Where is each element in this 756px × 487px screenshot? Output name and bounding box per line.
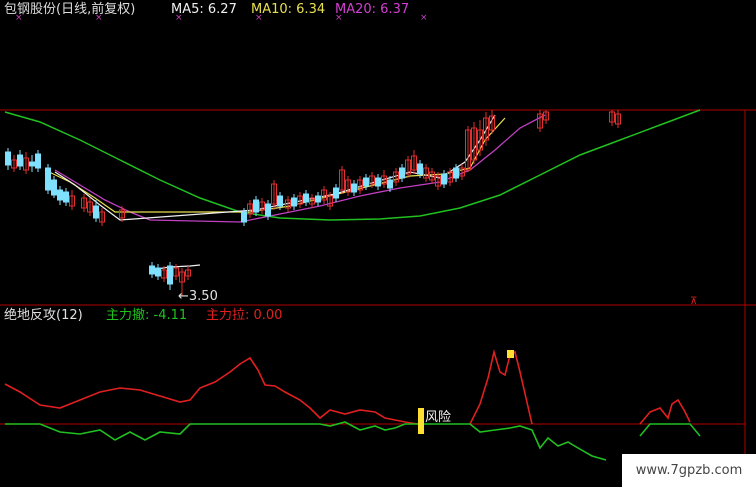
zhuli-la-line-1 xyxy=(4,356,419,425)
candle-body-25 xyxy=(253,199,259,213)
candle-body-5 xyxy=(35,153,41,169)
candle-body-31 xyxy=(291,197,297,207)
candle-body-56 xyxy=(441,173,447,185)
bottom-mark: ⊼ xyxy=(690,296,697,307)
candle-body-7 xyxy=(51,179,57,196)
candle-body-8 xyxy=(57,189,63,201)
low-price-annotation: ←3.50 xyxy=(178,289,218,304)
candle-body-4 xyxy=(29,161,35,167)
indicator-lines xyxy=(4,348,701,461)
risk-marker-bar xyxy=(418,408,424,434)
chart-frame: × × × × × × xyxy=(0,13,756,487)
candle-body-16 xyxy=(149,265,155,275)
ma10-label: MA10: 6.34 xyxy=(251,2,326,17)
candle-body-0 xyxy=(5,151,11,166)
indicator-name: 绝地反攻(12) xyxy=(4,308,83,323)
candle-body-43 xyxy=(363,177,369,187)
zhuli-che-label: 主力撤: -4.11 xyxy=(106,308,188,323)
candle-body-27 xyxy=(265,203,271,217)
candle-body-9 xyxy=(63,191,69,203)
candle-body-47 xyxy=(387,179,393,189)
zhuli-la-label: 主力拉: 0.00 xyxy=(206,308,283,323)
candle-body-45 xyxy=(375,177,381,187)
peak-marker xyxy=(507,350,514,358)
ma10-line xyxy=(44,117,506,213)
candle-body-13 xyxy=(93,205,99,219)
candle-body-33 xyxy=(303,193,309,203)
zhuli-la-line-3 xyxy=(639,398,691,425)
zhuli-che-line-1 xyxy=(5,421,607,461)
candle-body-2 xyxy=(17,154,23,167)
header-tick-5: × xyxy=(420,13,428,23)
candle-body-17 xyxy=(155,267,161,277)
ma20-label: MA20: 6.37 xyxy=(335,2,410,17)
zhuli-la-line-2 xyxy=(469,348,533,425)
candle-body-52 xyxy=(417,163,423,175)
candle-body-49 xyxy=(399,167,405,179)
candle-body-35 xyxy=(315,195,321,203)
candle-body-23 xyxy=(241,211,247,223)
stock-chart: × × × × × × ⊼ xyxy=(0,13,756,487)
watermark: www.7gpzb.com xyxy=(622,454,756,487)
ma5-label: MA5: 6.27 xyxy=(171,2,237,17)
candle-body-29 xyxy=(277,195,283,207)
zhuli-che-line-2 xyxy=(639,423,701,437)
candle-body-38 xyxy=(333,187,339,199)
candle-body-6 xyxy=(45,167,51,191)
candle-body-58 xyxy=(453,167,459,179)
long-ma-line xyxy=(4,109,701,221)
candle-body-41 xyxy=(351,183,357,193)
candle-body-19 xyxy=(167,265,173,285)
risk-annotation: 风险 xyxy=(425,410,452,425)
stock-title: 包钢股份(日线,前复权) xyxy=(4,2,136,17)
